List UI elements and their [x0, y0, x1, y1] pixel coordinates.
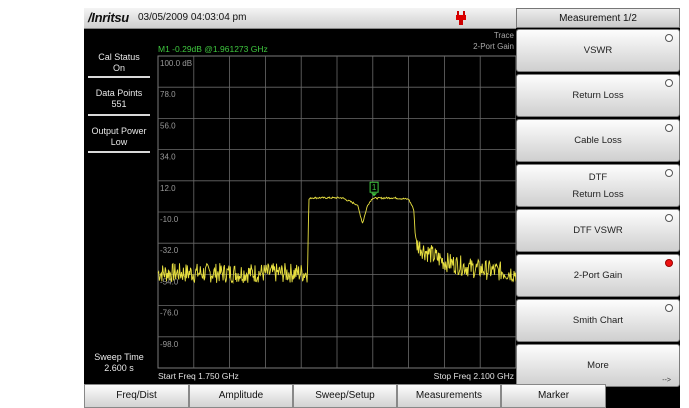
- instrument-screen: /Inritsu 03/05/2009 04:03:04 pm Cal Stat…: [84, 8, 680, 408]
- trace-label: Trace: [494, 31, 515, 40]
- softkey-smith-chart[interactable]: Smith Chart: [516, 299, 680, 342]
- title-bar: /Inritsu 03/05/2009 04:03:04 pm: [84, 8, 516, 29]
- tab-marker[interactable]: Marker: [501, 384, 606, 408]
- radio-indicator-icon: [665, 304, 673, 312]
- trace-plot: M1 -0.29dB @1.961273 GHz Trace 2-Port Ga…: [157, 31, 516, 381]
- y-tick-label: 56.0: [160, 121, 176, 130]
- date-time: 03/05/2009 04:03:04 pm: [138, 12, 247, 23]
- data-points-value: 551: [111, 99, 127, 109]
- y-tick-label: 12.0: [160, 184, 176, 193]
- marker-readout: M1 -0.29dB @1.961273 GHz: [158, 44, 268, 54]
- y-tick-label: 100.0 dB: [160, 59, 192, 68]
- menu-title: Measurement 1/2: [516, 8, 680, 28]
- radio-indicator-icon: [665, 169, 673, 177]
- marker-pointer: [371, 193, 378, 197]
- start-freq: Start Freq 1.750 GHz: [158, 371, 239, 381]
- plot-grid: [157, 55, 516, 369]
- softkey-label: DTF: [588, 172, 608, 183]
- softkey-label: Cable Loss: [574, 135, 622, 146]
- tab-sweep-setup[interactable]: Sweep/Setup: [293, 384, 397, 408]
- output-power-label: Output Power: [91, 126, 147, 136]
- divider: [88, 76, 150, 78]
- radio-indicator-icon: [665, 124, 673, 132]
- y-tick-label: -76.0: [160, 309, 179, 318]
- y-tick-label: -10.0: [160, 215, 179, 224]
- trace-name-label: 2-Port Gain: [473, 42, 514, 51]
- softkey-cable-loss[interactable]: Cable Loss: [516, 119, 680, 162]
- output-power-value: Low: [110, 137, 128, 147]
- radio-indicator-icon: [665, 214, 673, 222]
- radio-indicator-icon: [665, 79, 673, 87]
- softkey-2-port-gain[interactable]: 2-Port Gain: [516, 254, 680, 297]
- softkey-label: VSWR: [583, 45, 613, 56]
- cal-status-value: On: [112, 63, 125, 73]
- divider: [88, 151, 150, 153]
- y-tick-label: 34.0: [160, 153, 176, 162]
- sweep-time-label: Sweep Time: [94, 352, 144, 362]
- softkey-dtf-vswr[interactable]: DTF VSWR: [516, 209, 680, 252]
- radio-indicator-icon: [665, 34, 673, 42]
- bottom-tab-bar: Freq/Dist Amplitude Sweep/Setup Measurement…: [0, 384, 689, 408]
- tab-measurements[interactable]: Measurements: [397, 384, 501, 408]
- tab-freq-dist[interactable]: Freq/Dist: [84, 384, 189, 408]
- softkey-label: DTF VSWR: [573, 225, 623, 236]
- softkey-return-loss[interactable]: Return Loss: [516, 74, 680, 117]
- softkey-dtf[interactable]: DTF Return Loss: [516, 164, 680, 207]
- softkey-label: Smith Chart: [572, 315, 624, 326]
- marker-number: 1: [372, 183, 377, 192]
- power-plug-icon: [456, 11, 466, 25]
- softkey-more[interactable]: More -->: [516, 344, 680, 387]
- sweep-time-value: 2.600 s: [104, 363, 134, 373]
- cal-status-label: Cal Status: [98, 52, 140, 62]
- y-tick-label: 78.0: [160, 90, 176, 99]
- tab-amplitude[interactable]: Amplitude: [189, 384, 293, 408]
- y-tick-label: -98.0: [160, 340, 179, 349]
- brand-logo: /Inritsu: [88, 10, 129, 25]
- data-points-label: Data Points: [95, 88, 143, 98]
- softkey-label: 2-Port Gain: [573, 270, 623, 281]
- y-tick-label: -32.0: [160, 246, 179, 255]
- marker-1: 1: [369, 181, 379, 197]
- divider: [88, 114, 150, 116]
- softkey-label: Return Loss: [572, 90, 624, 101]
- softkey-label: Return Loss: [572, 189, 624, 200]
- softkey-label: More: [587, 360, 609, 371]
- softkey-vswr[interactable]: VSWR: [516, 29, 680, 72]
- more-arrow-icon: -->: [662, 377, 671, 384]
- stop-freq: Stop Freq 2.100 GHz: [434, 371, 514, 381]
- radio-indicator-icon: [665, 259, 673, 267]
